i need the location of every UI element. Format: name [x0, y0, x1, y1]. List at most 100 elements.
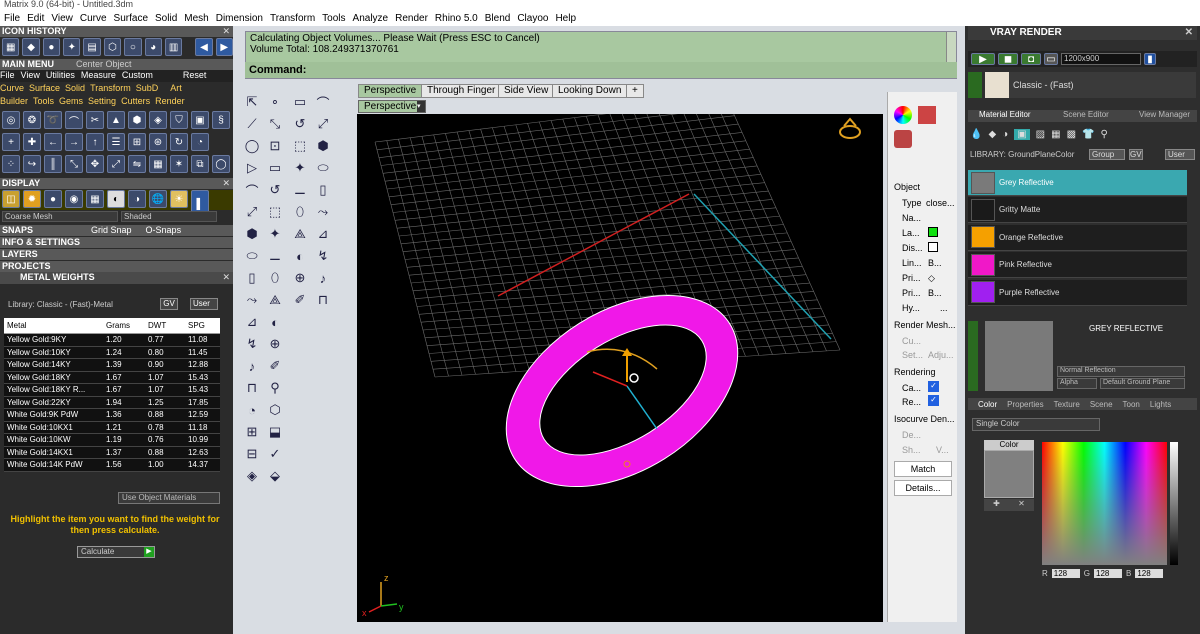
move-icon[interactable]: ✥ — [86, 155, 104, 173]
scale-tool-icon[interactable]: ⤢ — [242, 202, 262, 222]
calculate-button[interactable]: Calculate ▶ — [77, 546, 155, 558]
osnaps-toggle[interactable]: O-Snaps — [146, 225, 182, 235]
subtab-color[interactable]: Color — [978, 400, 997, 409]
receive-shadows-checkbox[interactable]: ✓ — [928, 395, 939, 406]
xray-icon[interactable]: ◑ — [128, 190, 146, 208]
table-row[interactable]: White Gold:14K PdW 1.56 1.00 14.37 — [4, 459, 220, 472]
shade-dropdown[interactable]: Shaded — [121, 211, 217, 222]
cap-icon[interactable]: ⊓ — [313, 290, 333, 310]
menu-blend[interactable]: Blend — [485, 13, 511, 24]
note-icon[interactable]: ♪ — [242, 356, 262, 376]
triangle-icon[interactable]: ▷ — [242, 158, 262, 178]
menu-render[interactable]: Render — [395, 13, 428, 24]
table-row[interactable]: White Gold:14KX1 1.37 0.88 12.63 — [4, 446, 220, 459]
pipe-icon[interactable]: ║ — [44, 155, 62, 173]
cat-subd[interactable]: SubD — [136, 83, 159, 95]
bolt-icon[interactable]: ↯ — [313, 246, 333, 266]
shape-tool-icon[interactable]: ⬙ — [265, 466, 285, 486]
sphere-mat-icon[interactable]: ◑ — [1002, 129, 1008, 140]
add-tab-button[interactable]: + — [626, 84, 644, 98]
table-row[interactable]: Yellow Gold:22KY 1.94 1.25 17.85 — [4, 396, 220, 409]
note-icon[interactable]: ♪ — [313, 268, 333, 288]
halfmoon-icon[interactable]: ◐ — [265, 312, 285, 332]
frame-tool-icon[interactable]: ⬚ — [265, 202, 285, 222]
material-item[interactable]: Gritty Matte — [968, 197, 1187, 224]
table-row[interactable]: White Gold:9K PdW 1.36 0.88 12.59 — [4, 409, 220, 422]
hexagon-icon[interactable]: ⬡ — [265, 400, 285, 420]
curve-tool-icon[interactable]: ⤳ — [242, 290, 262, 310]
back-arrow-icon[interactable]: ◀ — [195, 38, 213, 56]
submenu-measure[interactable]: Measure — [81, 70, 116, 82]
diamond-icon[interactable]: ◆ — [988, 129, 996, 140]
angle-icon[interactable]: ⊿ — [242, 312, 262, 332]
align-icon[interactable]: ⊞ — [128, 133, 146, 151]
layers-header[interactable]: LAYERS — [0, 249, 233, 260]
col-grams[interactable]: Grams — [104, 321, 146, 330]
submenu-view[interactable]: View — [21, 70, 40, 82]
menu-rhino[interactable]: Rhino 5.0 — [435, 13, 478, 24]
color-mode-dropdown[interactable]: Single Color — [972, 418, 1100, 431]
grid-snap-toggle[interactable]: Grid Snap — [91, 225, 132, 235]
circle-icon[interactable]: ◯ — [242, 136, 262, 156]
square-icon[interactable]: ▣ — [1014, 128, 1030, 140]
cat-tools[interactable]: Tools — [33, 96, 54, 108]
cross-icon[interactable]: ✚ — [23, 133, 41, 151]
point-icon[interactable]: ∘ — [265, 92, 285, 112]
menu-help[interactable]: Help — [555, 13, 576, 24]
info-header[interactable]: INFO & SETTINGS — [0, 237, 233, 248]
table-row[interactable]: Yellow Gold:18KY R... 1.67 1.07 15.43 — [4, 384, 220, 397]
gem-icon[interactable]: ◆ — [22, 38, 40, 56]
scale-icon[interactable]: ⤢ — [107, 155, 125, 173]
display-mode-icon[interactable]: ◫ — [2, 190, 20, 208]
submenu-file[interactable]: File — [0, 70, 15, 82]
r-input[interactable]: 128 — [1051, 569, 1080, 578]
brightness-slider[interactable] — [1170, 442, 1178, 565]
resolution-icon[interactable]: ▮ — [1144, 53, 1156, 65]
sphere-shade-icon[interactable]: ● — [44, 190, 62, 208]
arc-icon[interactable]: ⌒ — [65, 111, 83, 129]
rectangle-icon[interactable]: ⊡ — [265, 136, 285, 156]
bolt-icon[interactable]: ↯ — [242, 334, 262, 354]
close-icon[interactable]: ✕ — [222, 272, 230, 283]
close-icon[interactable]: ✕ — [1185, 26, 1193, 40]
polyline-icon[interactable]: ⤡ — [265, 114, 285, 134]
half-square-icon[interactable]: ⬓ — [265, 422, 285, 442]
close-icon[interactable]: ✕ — [222, 26, 230, 37]
tab-scene-editor[interactable]: Scene Editor — [1063, 110, 1109, 122]
bars-icon[interactable]: ▥ — [164, 38, 183, 56]
capsule-icon[interactable]: ⬭ — [313, 158, 333, 178]
g-input[interactable]: 128 — [1094, 569, 1123, 578]
color-spectrum[interactable] — [1042, 442, 1167, 565]
cat-art[interactable]: Art — [170, 83, 182, 95]
pattern-icon[interactable]: ▩ — [1067, 129, 1076, 140]
pen-icon[interactable]: ✐ — [265, 356, 285, 376]
globe-icon[interactable]: 🌐 — [149, 190, 167, 208]
shield-icon[interactable]: ⛉ — [170, 111, 188, 129]
menu-transform[interactable]: Transform — [270, 13, 315, 24]
arrow-left-icon[interactable]: ← — [44, 133, 62, 151]
command-scrollbar[interactable] — [946, 32, 956, 62]
node-icon[interactable]: ⊛ — [149, 133, 167, 151]
box-tool-icon[interactable]: ▭ — [265, 158, 285, 178]
panel-icon[interactable]: ▯ — [313, 180, 333, 200]
sphere-icon[interactable]: ● — [42, 38, 61, 56]
picker-icon[interactable]: ✚ — [993, 499, 1000, 511]
sparkle-icon[interactable]: ✦ — [290, 158, 310, 178]
cat-gems[interactable]: Gems — [59, 96, 83, 108]
viewport-perspective[interactable]: z y x — [357, 114, 883, 622]
wand-icon[interactable]: ✦ — [63, 38, 81, 56]
menu-solid[interactable]: Solid — [155, 13, 177, 24]
display-swatch[interactable] — [928, 242, 938, 252]
print-width-value[interactable]: B... — [928, 288, 942, 298]
viewport-label[interactable]: Perspective ▾ — [358, 100, 426, 113]
color-icon[interactable]: ◕ — [144, 38, 162, 56]
plus-icon[interactable]: + — [2, 133, 20, 151]
panel-icon[interactable]: ▯ — [242, 268, 262, 288]
color-swatch[interactable] — [984, 450, 1034, 498]
resolution-dropdown[interactable]: 1200x900 — [1061, 53, 1141, 65]
table-row[interactable]: Yellow Gold:9KY 1.20 0.77 11.08 — [4, 334, 220, 347]
cat-builder[interactable]: Builder — [0, 96, 28, 108]
col-metal[interactable]: Metal — [4, 321, 104, 330]
icon-history-header[interactable]: ICON HISTORY ✕ — [0, 26, 233, 37]
subtab-toon[interactable]: Toon — [1123, 400, 1140, 409]
